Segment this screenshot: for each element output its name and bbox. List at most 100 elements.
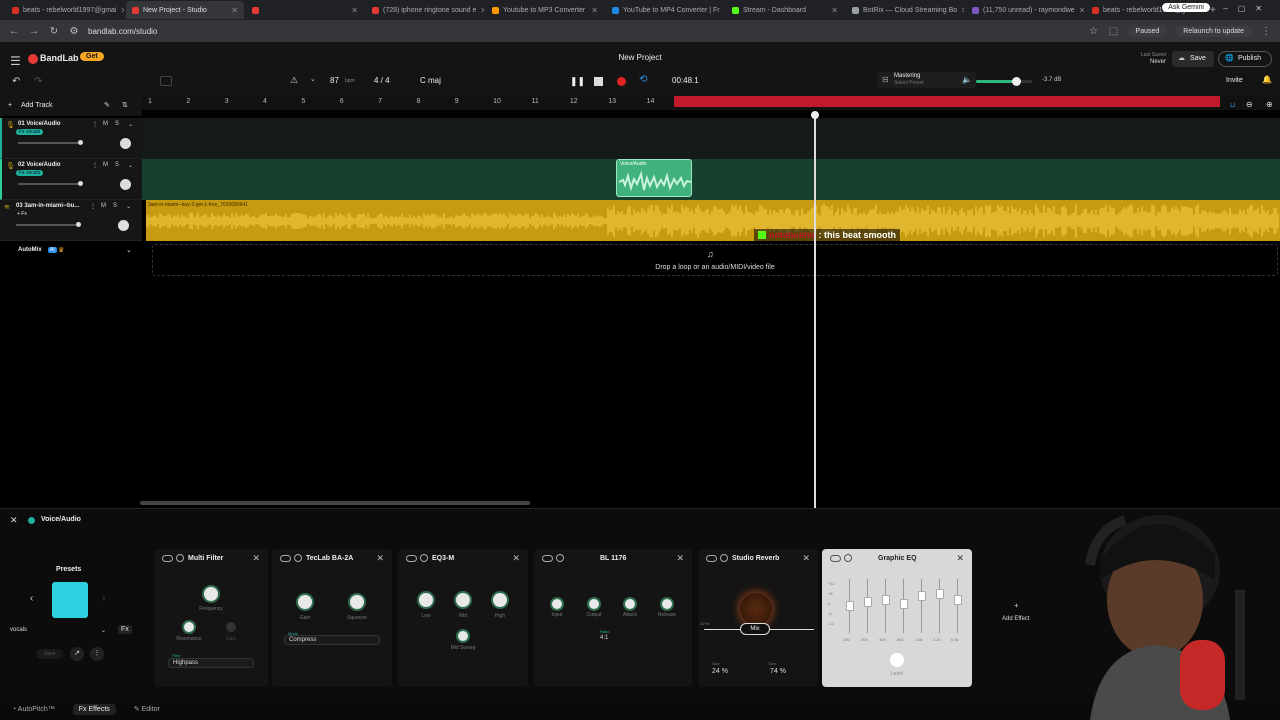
track-fx-badge[interactable]: + Fx — [14, 211, 30, 217]
effect-toggle[interactable] — [162, 555, 173, 562]
paused-button[interactable]: Paused — [1127, 25, 1168, 37]
preset-select[interactable]: vocals ⌄ — [10, 627, 108, 639]
close-icon[interactable]: ✕ — [676, 553, 684, 564]
window-controls[interactable]: –▢✕ — [1223, 4, 1272, 13]
browser-tab[interactable]: beats - rebelworld1997@gmai ✕ — [6, 1, 124, 19]
invite-button[interactable]: Invite — [1226, 77, 1243, 84]
chevron-down-icon[interactable]: ⌄ — [310, 75, 316, 83]
forward-icon[interactable]: → — [28, 26, 40, 37]
eq-band-handle[interactable] — [864, 597, 872, 607]
tab-effects[interactable]: Fx Effects — [72, 703, 116, 715]
drop-zone[interactable]: ♫ Drop a loop or an audio/MIDI/video fil… — [152, 244, 1278, 276]
track-pan-knob[interactable] — [120, 138, 131, 149]
track-lane[interactable] — [142, 159, 1280, 200]
close-icon[interactable]: ✕ — [512, 553, 520, 564]
solo-button[interactable]: S — [113, 203, 117, 209]
track-volume-slider[interactable] — [18, 142, 82, 144]
effect-toggle[interactable] — [830, 555, 841, 562]
track-header[interactable]: 🎙 01 Voice/Audio Fx vocals ⋮ M S ⌄ — [0, 118, 142, 159]
eq-band-slider[interactable] — [957, 579, 958, 633]
mid-sweep-knob[interactable] — [458, 631, 468, 641]
track-fx-badge[interactable]: Fx vocals — [16, 129, 44, 135]
ask-gemini-button[interactable]: Ask Gemini — [1162, 3, 1210, 12]
new-tab-icon[interactable]: + — [1210, 5, 1216, 16]
zoom-in-icon[interactable]: ⊕ — [1266, 100, 1273, 109]
close-icon[interactable]: ✕ — [802, 553, 810, 564]
metronome-icon[interactable]: ⚠ — [290, 75, 298, 86]
squeeze-knob[interactable] — [350, 595, 364, 609]
stop-button[interactable] — [594, 77, 603, 86]
eq-band-handle[interactable] — [918, 591, 926, 601]
add-effect-icon[interactable]: + — [1014, 601, 1019, 610]
track-pan-knob[interactable] — [118, 220, 129, 231]
gain-knob[interactable] — [298, 595, 312, 609]
output-knob[interactable] — [589, 599, 599, 609]
track-lane[interactable] — [142, 118, 1280, 159]
info-icon[interactable] — [294, 554, 302, 562]
eq-band-handle[interactable] — [936, 589, 944, 599]
eq-band-slider[interactable] — [885, 579, 886, 633]
speaker-icon[interactable]: 🔈 — [962, 75, 972, 84]
browser-tab[interactable]: ✕ — [246, 1, 364, 19]
key-signature[interactable]: C maj — [420, 76, 441, 85]
eq-band-slider[interactable] — [939, 579, 940, 633]
level-knob[interactable] — [890, 653, 904, 667]
mute-button[interactable]: M — [103, 121, 108, 127]
eq-band-handle[interactable] — [882, 595, 890, 605]
browser-tab[interactable]: New Project - Studio ✕ — [126, 1, 244, 19]
solo-button[interactable]: S — [115, 121, 119, 127]
frequency-knob[interactable] — [204, 587, 218, 601]
snap-icon[interactable]: ⊔ — [1230, 101, 1235, 109]
undo-icon[interactable]: ↶ — [12, 76, 20, 87]
effect-toggle[interactable] — [280, 555, 291, 562]
tone-value[interactable]: 74 % — [770, 668, 786, 675]
high-knob[interactable] — [493, 593, 507, 607]
playhead[interactable] — [814, 114, 816, 508]
save-button[interactable]: ☁ Save — [1172, 51, 1214, 67]
add-track-icon[interactable]: + — [8, 102, 12, 109]
zoom-out-icon[interactable]: ⊖ — [1246, 100, 1253, 109]
save-preset-button[interactable]: Save — [36, 649, 64, 659]
tab-editor[interactable]: ✎ Editor — [134, 705, 160, 713]
sliders-icon[interactable]: ⇅ — [122, 101, 128, 109]
preset-thumbnail[interactable] — [52, 582, 88, 618]
publish-button[interactable]: 🌐 Publish — [1218, 51, 1272, 67]
site-info-icon[interactable]: ⚙ — [68, 26, 80, 37]
tab-close-icon[interactable]: ✕ — [231, 6, 238, 15]
track-menu-icon[interactable]: ⋮ — [92, 121, 98, 128]
close-icon[interactable]: ✕ — [252, 553, 260, 564]
track-volume-slider[interactable] — [16, 224, 80, 226]
eq-band-handle[interactable] — [900, 599, 908, 609]
browser-tab[interactable]: BotRix — Cloud Streaming Bo✕ — [846, 1, 964, 19]
filter-select[interactable]: Highpass — [168, 658, 254, 668]
effect-toggle[interactable] — [706, 555, 717, 562]
time-signature[interactable]: 4 / 4 — [374, 76, 390, 85]
mix-handle[interactable]: Mix — [740, 623, 770, 635]
loop-region[interactable] — [674, 96, 1220, 107]
track-pan-knob[interactable] — [120, 179, 131, 190]
tempo-value[interactable]: 87 — [330, 76, 339, 85]
audio-clip[interactable]: Voice/Audio — [616, 159, 692, 197]
chevron-down-icon[interactable]: ⌄ — [126, 246, 132, 254]
extensions-icon[interactable]: ⬚ — [1108, 26, 1120, 37]
info-icon[interactable] — [720, 554, 728, 562]
close-icon[interactable]: ✕ — [956, 553, 964, 564]
resonance-knob[interactable] — [184, 622, 194, 632]
chevron-down-icon[interactable]: ⌄ — [128, 121, 133, 128]
track-name[interactable]: 03 3am-in-miami--bu... — [16, 203, 79, 209]
chevron-down-icon[interactable]: ⌄ — [126, 203, 131, 210]
effect-toggle[interactable] — [406, 555, 417, 562]
pause-button[interactable]: ❚❚ — [570, 76, 585, 87]
track-name[interactable]: 02 Voice/Audio — [18, 162, 61, 168]
info-icon[interactable] — [556, 554, 564, 562]
browser-tab[interactable]: YouTube to MP4 Converter | Fr✕ — [606, 1, 724, 19]
release-knob[interactable] — [662, 599, 672, 609]
track-volume-handle[interactable] — [78, 181, 83, 186]
effect-toggle[interactable] — [542, 555, 553, 562]
chevron-down-icon[interactable]: ⌄ — [128, 162, 133, 169]
reload-icon[interactable]: ↻ — [48, 26, 60, 37]
mid-knob[interactable] — [456, 593, 470, 607]
track-menu-icon[interactable]: ⋮ — [92, 162, 98, 169]
info-icon[interactable] — [420, 554, 428, 562]
tab-autopitch[interactable]: ◔ AutoPitch™ — [12, 706, 55, 713]
